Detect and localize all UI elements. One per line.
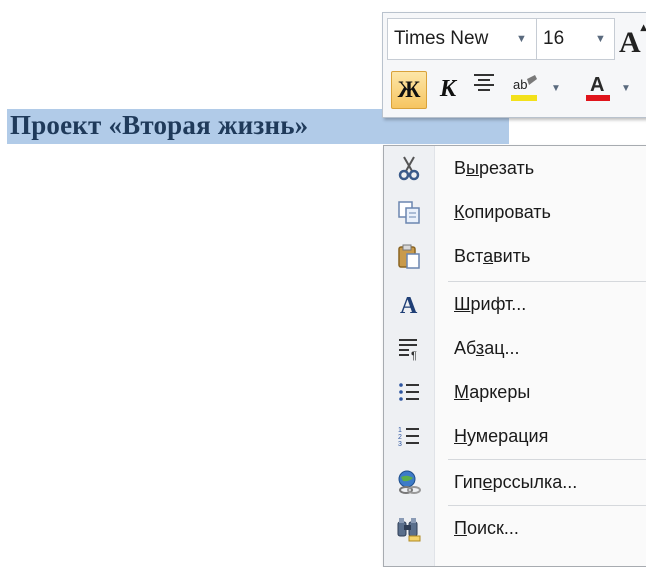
menu-item-label: Маркеры bbox=[454, 382, 531, 402]
svg-text:2: 2 bbox=[398, 434, 402, 441]
menu-item-cut[interactable]: Вырезать bbox=[384, 146, 646, 190]
context-menu: Вырезать Копировать Вставить A Шрифт... … bbox=[383, 145, 646, 567]
menu-item-copy[interactable]: Копировать bbox=[384, 190, 646, 234]
mini-toolbar-row-2: Ж К ab ▼ A ▼ bbox=[383, 65, 646, 113]
bold-button[interactable]: Ж bbox=[391, 71, 427, 109]
menu-item-hyperlink[interactable]: Гиперссылка... bbox=[384, 460, 646, 504]
menu-item-numbering[interactable]: 1 2 3 Нумерация bbox=[384, 414, 646, 458]
menu-item-label: Вырезать bbox=[454, 158, 535, 178]
font-name-dropdown-icon[interactable]: ▼ bbox=[516, 19, 527, 59]
font-size-value: 16 bbox=[543, 28, 565, 49]
svg-text:¶: ¶ bbox=[411, 350, 417, 362]
font-icon: A bbox=[393, 288, 425, 320]
font-color-glyph: A bbox=[590, 74, 604, 96]
font-name-value: Times New bbox=[394, 28, 489, 49]
font-color-dropdown-icon[interactable]: ▼ bbox=[621, 71, 631, 107]
font-name-combobox[interactable]: Times New ▼ bbox=[387, 18, 537, 60]
menu-item-label: Вставить bbox=[454, 246, 531, 266]
svg-text:1: 1 bbox=[398, 427, 402, 434]
menu-item-label: Гиперссылка... bbox=[454, 472, 578, 492]
font-size-combobox[interactable]: 16 ▼ bbox=[536, 18, 615, 60]
italic-button[interactable]: К bbox=[435, 71, 461, 107]
highlight-glyph: ab bbox=[513, 77, 527, 92]
font-color-icon[interactable]: A bbox=[583, 71, 613, 107]
bullets-icon bbox=[393, 376, 425, 408]
menu-item-search[interactable]: Поиск... bbox=[384, 506, 646, 550]
menu-item-label: Копировать bbox=[454, 202, 551, 222]
svg-text:3: 3 bbox=[398, 441, 402, 448]
align-center-icon[interactable] bbox=[469, 71, 499, 107]
svg-text:A: A bbox=[400, 293, 418, 318]
menu-item-bullets[interactable]: Маркеры bbox=[384, 370, 646, 414]
hyperlink-icon bbox=[393, 466, 425, 498]
mini-toolbar: Times New ▼ 16 ▼ A▴ Ж К ab ▼ A ▼ bbox=[382, 12, 646, 118]
paste-icon bbox=[393, 240, 425, 272]
document-title[interactable]: Проект «Вторая жизнь» bbox=[10, 104, 308, 146]
highlight-dropdown-icon[interactable]: ▼ bbox=[551, 71, 561, 107]
menu-item-label: Нумерация bbox=[454, 426, 549, 446]
copy-icon bbox=[393, 196, 425, 228]
search-icon bbox=[393, 512, 425, 544]
menu-item-label: Абзац... bbox=[454, 338, 520, 358]
menu-item-paste[interactable]: Вставить bbox=[384, 234, 646, 278]
scissors-icon bbox=[393, 152, 425, 184]
grow-font-icon[interactable]: A▴ bbox=[619, 17, 646, 63]
menu-item-font[interactable]: A Шрифт... bbox=[384, 282, 646, 326]
grow-font-glyph: A bbox=[619, 26, 641, 59]
font-size-dropdown-icon[interactable]: ▼ bbox=[595, 19, 606, 59]
numbering-icon: 1 2 3 bbox=[393, 420, 425, 452]
paragraph-icon: ¶ bbox=[393, 332, 425, 364]
menu-item-paragraph[interactable]: ¶ Абзац... bbox=[384, 326, 646, 370]
menu-item-label: Поиск... bbox=[454, 518, 519, 538]
highlight-icon[interactable]: ab bbox=[507, 71, 541, 107]
mini-toolbar-row-1: Times New ▼ 16 ▼ A▴ bbox=[383, 13, 646, 63]
menu-item-label: Шрифт... bbox=[454, 294, 527, 314]
